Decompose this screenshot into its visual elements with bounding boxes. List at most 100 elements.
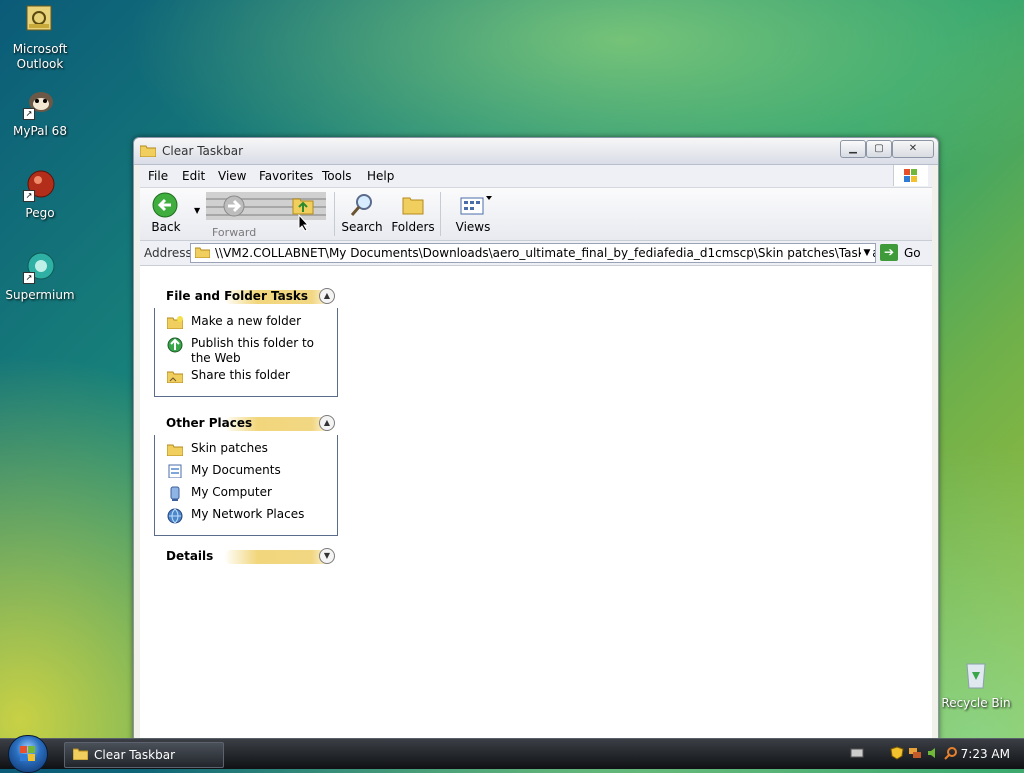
task-publish-to-web[interactable]: Publish this folder to the Web bbox=[155, 336, 337, 366]
pane-body: Skin patches My Documents My Computer My… bbox=[154, 435, 338, 536]
desktop-icon-label: Supermium bbox=[5, 288, 75, 302]
forward-button[interactable]: Forward bbox=[206, 192, 326, 239]
menu-bar: File Edit View Favorites Tools Help bbox=[140, 165, 932, 188]
taskbar-button-clear-taskbar[interactable]: Clear Taskbar bbox=[64, 742, 224, 768]
my-computer-icon bbox=[167, 486, 183, 501]
desktop-icon-recycle-bin[interactable]: Recycle Bin bbox=[936, 658, 1016, 711]
search-icon bbox=[348, 192, 376, 218]
place-my-computer[interactable]: My Computer bbox=[155, 485, 337, 505]
minimize-icon: ▁ bbox=[849, 143, 857, 154]
back-label: Back bbox=[151, 220, 181, 234]
shortcut-arrow-icon: ↗ bbox=[23, 190, 35, 202]
expand-chevron-icon[interactable]: ▼ bbox=[319, 548, 335, 564]
task-make-new-folder[interactable]: Make a new folder bbox=[155, 314, 337, 334]
pane-title: Details bbox=[166, 549, 214, 563]
taskbar-button-label: Clear Taskbar bbox=[94, 748, 175, 762]
back-dropdown-icon[interactable]: ▼ bbox=[194, 206, 200, 215]
desktop-icon-label: Microsoft Outlook bbox=[12, 42, 68, 71]
address-label: Address bbox=[144, 246, 192, 260]
back-button[interactable]: Back bbox=[148, 192, 184, 234]
desktop-icon-supermium[interactable]: ↗ Supermium bbox=[0, 250, 80, 303]
network-icon[interactable] bbox=[908, 746, 922, 760]
forward-label: Forward bbox=[212, 226, 257, 239]
my-documents-icon bbox=[167, 464, 183, 479]
views-button[interactable]: Views bbox=[448, 192, 498, 234]
desktop-icon-pego[interactable]: ↗ Pego bbox=[0, 168, 80, 221]
keyboard-icon[interactable] bbox=[850, 746, 864, 760]
folders-icon bbox=[399, 192, 427, 218]
start-button[interactable] bbox=[8, 735, 48, 773]
file-folder-tasks-header[interactable]: File and Folder Tasks ▲ bbox=[154, 284, 339, 308]
windows-flag-icon bbox=[20, 746, 36, 761]
folder-icon bbox=[194, 247, 211, 259]
security-shield-icon[interactable] bbox=[890, 746, 904, 760]
title-bar[interactable]: Clear Taskbar ▁ ▢ ✕ bbox=[134, 138, 938, 165]
toolbar-separator bbox=[334, 192, 335, 236]
supermium-icon: ↗ bbox=[23, 250, 57, 284]
place-skin-patches[interactable]: Skin patches bbox=[155, 441, 337, 461]
desktop-icon-mypal[interactable]: ↗ MyPal 68 bbox=[0, 86, 80, 139]
mouse-cursor-icon bbox=[298, 213, 310, 235]
go-button[interactable]: ➔ Go bbox=[880, 243, 926, 263]
forward-arrow-icon bbox=[222, 194, 246, 221]
menu-file[interactable]: File bbox=[148, 169, 168, 183]
minimize-button[interactable]: ▁ bbox=[840, 140, 866, 158]
address-input[interactable]: \\VM2.COLLABNET\My Documents\Downloads\a… bbox=[190, 243, 876, 263]
task-share-folder[interactable]: Share this folder bbox=[155, 368, 337, 388]
search-button[interactable]: Search bbox=[340, 192, 384, 234]
menu-tools[interactable]: Tools bbox=[322, 169, 352, 183]
menu-favorites[interactable]: Favorites bbox=[259, 169, 313, 183]
back-arrow-icon bbox=[152, 192, 180, 218]
folder-icon bbox=[72, 748, 89, 761]
place-my-documents[interactable]: My Documents bbox=[155, 463, 337, 483]
collapse-chevron-icon[interactable]: ▲ bbox=[319, 288, 335, 304]
globe-icon bbox=[167, 337, 183, 353]
search-icon[interactable] bbox=[944, 746, 958, 760]
go-label: Go bbox=[904, 246, 921, 260]
mypal-icon: ↗ bbox=[23, 86, 57, 120]
views-icon bbox=[459, 192, 492, 218]
close-button[interactable]: ✕ bbox=[892, 140, 934, 158]
address-dropdown-icon[interactable]: ▼ bbox=[861, 246, 873, 260]
maximize-icon: ▢ bbox=[874, 143, 884, 154]
pane-body: Make a new folder Publish this folder to… bbox=[154, 308, 338, 397]
outlook-icon bbox=[23, 4, 57, 38]
details-pane: Details ▼ bbox=[154, 544, 339, 568]
file-folder-tasks-pane: File and Folder Tasks ▲ Make a new folde… bbox=[154, 284, 339, 397]
menu-view[interactable]: View bbox=[218, 169, 246, 183]
taskbar: Clear Taskbar 7:23 AM bbox=[0, 735, 1024, 773]
recycle-bin-icon bbox=[959, 658, 993, 692]
desktop-icon-label: Pego bbox=[25, 206, 55, 220]
desktop-icon-outlook[interactable]: Microsoft Outlook bbox=[0, 4, 80, 72]
clock[interactable]: 7:23 AM bbox=[961, 747, 1010, 761]
folder-icon bbox=[166, 442, 184, 457]
window-title: Clear Taskbar bbox=[162, 144, 243, 158]
menu-edit[interactable]: Edit bbox=[182, 169, 205, 183]
search-label: Search bbox=[341, 220, 383, 234]
desktop-icon-label: MyPal 68 bbox=[13, 124, 67, 138]
system-tray: 7:23 AM bbox=[850, 739, 1024, 769]
place-my-network-places[interactable]: My Network Places bbox=[155, 507, 337, 527]
collapse-chevron-icon[interactable]: ▲ bbox=[319, 415, 335, 431]
views-label: Views bbox=[455, 220, 491, 234]
folder-content-area[interactable]: File and Folder Tasks ▲ Make a new folde… bbox=[140, 266, 932, 744]
other-places-header[interactable]: Other Places ▲ bbox=[154, 411, 339, 435]
desktop-icon-label: Recycle Bin bbox=[941, 696, 1011, 710]
details-header[interactable]: Details ▼ bbox=[154, 544, 339, 568]
pego-icon: ↗ bbox=[23, 168, 57, 202]
folders-button[interactable]: Folders bbox=[390, 192, 436, 234]
maximize-button[interactable]: ▢ bbox=[866, 140, 892, 158]
menu-help[interactable]: Help bbox=[367, 169, 394, 183]
new-folder-icon bbox=[166, 315, 184, 330]
folder-icon bbox=[139, 144, 157, 158]
toolbar: Back ▼ Forward Search Folders Views bbox=[140, 188, 932, 241]
folders-label: Folders bbox=[391, 220, 435, 234]
shortcut-arrow-icon: ↗ bbox=[23, 272, 35, 284]
other-places-pane: Other Places ▲ Skin patches My Documents… bbox=[154, 411, 339, 536]
shortcut-arrow-icon: ↗ bbox=[23, 108, 35, 120]
volume-icon[interactable] bbox=[926, 746, 940, 760]
address-value: \\VM2.COLLABNET\My Documents\Downloads\a… bbox=[215, 246, 876, 260]
go-arrow-icon: ➔ bbox=[880, 244, 898, 261]
toolbar-separator bbox=[440, 192, 441, 236]
windows-logo-icon bbox=[893, 165, 928, 186]
